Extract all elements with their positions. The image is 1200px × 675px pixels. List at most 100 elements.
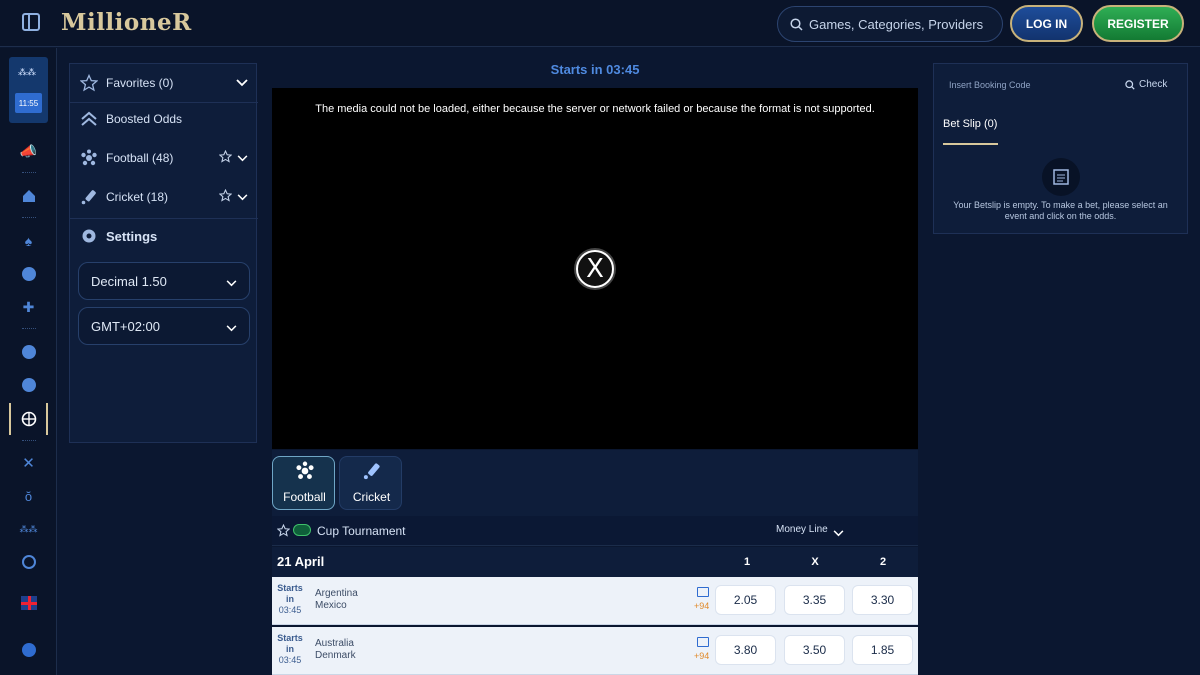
starts-label: Starts xyxy=(277,583,303,593)
rail-divider xyxy=(22,217,36,219)
team-home: Australia xyxy=(315,638,354,649)
rail-divider xyxy=(22,328,36,330)
search-icon xyxy=(1125,79,1135,90)
odd-button-home[interactable]: 3.80 xyxy=(715,635,776,665)
sidebar-toggle-icon[interactable] xyxy=(22,13,40,31)
boost-chevrons-icon xyxy=(79,109,99,129)
tournament-name: Cup Tournament xyxy=(317,524,406,538)
medal-icon[interactable]: ŏ xyxy=(0,485,57,507)
start-time: 03:45 xyxy=(278,605,302,615)
booking-code-input[interactable]: Insert Booking Code xyxy=(949,80,1031,90)
chevron-down-icon[interactable] xyxy=(833,526,844,540)
football-icon xyxy=(79,148,99,168)
support-icon[interactable] xyxy=(0,639,57,661)
chevron-down-icon[interactable] xyxy=(236,76,248,90)
gear-icon xyxy=(79,226,99,246)
football-icon xyxy=(273,461,336,481)
table-row[interactable]: Starts in 03:45 Argentina Mexico +94 2.0… xyxy=(272,577,918,625)
odd-button-draw[interactable]: 3.50 xyxy=(784,635,845,665)
tab-label: Cricket xyxy=(352,490,391,504)
favorite-star-icon[interactable] xyxy=(218,149,233,166)
favorite-star-icon[interactable] xyxy=(218,188,233,205)
rail-top-panel[interactable]: ⁂⁂ 11:55 xyxy=(9,57,48,123)
sports-sidebar: Favorites (0) Boosted Odds Football (48)… xyxy=(69,63,258,443)
check-label: Check xyxy=(1139,79,1168,90)
spade-icon[interactable]: ♠ xyxy=(0,230,57,252)
left-icon-rail: ⁂⁂ 11:55 📣 ♠ ✚ ✕ ŏ ⁂⁂ xyxy=(0,48,57,675)
betslip-title[interactable]: Bet Slip (0) xyxy=(943,118,997,130)
team-home: Argentina xyxy=(315,588,358,599)
cricket-bat-icon xyxy=(340,461,403,481)
sports-globe-icon[interactable] xyxy=(0,408,57,430)
column-home: 1 xyxy=(743,556,751,568)
timezone-select[interactable]: GMT+02:00 xyxy=(78,307,250,345)
main-content: Starts in 03:45 The media could not be l… xyxy=(272,48,918,675)
starts-label: Starts xyxy=(277,633,303,643)
top-bar: MillioneR Games, Categories, Providers L… xyxy=(0,0,1200,47)
register-button[interactable]: REGISTER xyxy=(1092,5,1184,42)
sidebar-item-cricket[interactable]: Cricket (18) xyxy=(70,178,258,216)
event-start: Starts in 03:45 xyxy=(275,633,305,666)
tab-label: Football xyxy=(283,490,326,504)
cricket-bat-icon xyxy=(79,187,99,207)
chevron-down-icon[interactable] xyxy=(237,151,248,165)
sidebar-item-label: Cricket (18) xyxy=(106,190,169,204)
login-button[interactable]: LOG IN xyxy=(1010,5,1083,42)
team-away: Mexico xyxy=(315,600,347,611)
home-icon[interactable] xyxy=(0,185,57,207)
more-markets-badge[interactable]: +94 xyxy=(694,651,709,661)
check-button[interactable]: Check xyxy=(1125,79,1167,90)
logo-mark-small-icon[interactable]: ⁂⁂ xyxy=(0,518,57,540)
column-draw: X xyxy=(811,556,819,568)
tournament-header[interactable]: Cup Tournament Money Line xyxy=(272,516,918,546)
casino-chip-icon[interactable] xyxy=(0,551,57,573)
esports-icon[interactable] xyxy=(0,374,57,396)
favorite-star-icon[interactable] xyxy=(276,523,291,540)
empty-betslip-message: Your Betslip is empty. To make a bet, pl… xyxy=(953,200,1168,221)
close-icon[interactable]: X xyxy=(576,250,614,288)
market-select[interactable]: Money Line xyxy=(776,524,828,535)
odds-format-value: Decimal 1.50 xyxy=(91,273,167,289)
search-input[interactable]: Games, Categories, Providers xyxy=(777,6,1003,42)
more-markets-badge[interactable]: +94 xyxy=(694,601,709,611)
video-player[interactable]: The media could not be loaded, either be… xyxy=(272,88,918,449)
event-date: 21 April xyxy=(277,554,325,569)
crossed-swords-icon[interactable]: ✕ xyxy=(0,452,57,474)
tab-cricket[interactable]: Cricket xyxy=(339,456,402,510)
sidebar-item-label: Football (48) xyxy=(106,151,174,165)
odd-button-away[interactable]: 3.30 xyxy=(852,585,913,615)
tv-icon xyxy=(697,587,709,597)
sidebar-item-settings: Settings xyxy=(70,217,258,255)
odd-button-draw[interactable]: 3.35 xyxy=(784,585,845,615)
odds-format-select[interactable]: Decimal 1.50 xyxy=(78,262,250,300)
promotions-icon[interactable]: 📣 xyxy=(0,140,57,162)
sidebar-item-boosted-odds[interactable]: Boosted Odds xyxy=(70,100,258,138)
search-placeholder: Games, Categories, Providers xyxy=(809,16,984,32)
betslip-ticket-icon xyxy=(1042,158,1080,196)
search-icon xyxy=(790,17,803,31)
tab-football[interactable]: Football xyxy=(272,456,335,510)
site-logo[interactable]: MillioneR xyxy=(61,9,192,36)
football-icon[interactable] xyxy=(0,341,57,363)
sidebar-item-favorites[interactable]: Favorites (0) xyxy=(70,64,258,102)
roulette-icon[interactable] xyxy=(0,263,57,285)
date-header: 21 April 1 X 2 xyxy=(272,547,918,577)
odd-button-away[interactable]: 1.85 xyxy=(852,635,913,665)
sidebar-item-football[interactable]: Football (48) xyxy=(70,139,258,177)
puzzle-icon[interactable]: ✚ xyxy=(0,296,57,318)
world-map-icon xyxy=(293,524,311,536)
video-error-message: The media could not be loaded, either be… xyxy=(315,103,875,115)
sidebar-item-label: Favorites (0) xyxy=(106,76,174,90)
in-label: in xyxy=(286,594,294,604)
chevron-down-icon xyxy=(226,275,237,290)
odd-button-home[interactable]: 2.05 xyxy=(715,585,776,615)
start-time: 03:45 xyxy=(278,655,302,665)
betslip-panel: Insert Booking Code Check Bet Slip (0) Y… xyxy=(933,63,1188,234)
team-away: Denmark xyxy=(315,650,356,661)
in-label: in xyxy=(286,644,294,654)
sport-tabs: Football Cricket xyxy=(272,450,918,516)
table-row[interactable]: Starts in 03:45 Australia Denmark +94 3.… xyxy=(272,627,918,675)
starts-countdown: Starts in 03:45 xyxy=(550,62,640,77)
chevron-down-icon[interactable] xyxy=(237,190,248,204)
uk-flag-icon[interactable] xyxy=(0,592,57,614)
